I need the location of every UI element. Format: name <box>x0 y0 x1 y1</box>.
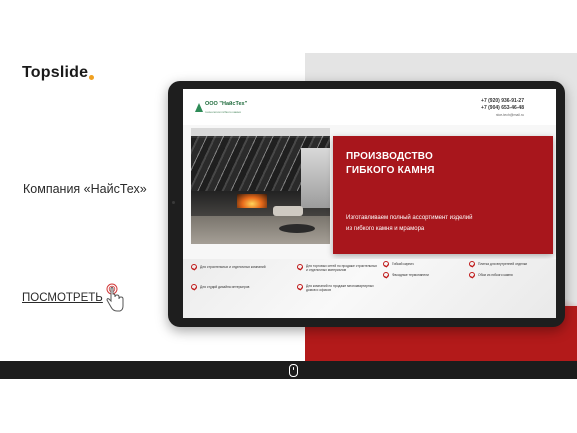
feature-item: Для компаний по продаже многоквартирных … <box>306 284 374 293</box>
checkmark-icon <box>469 272 475 278</box>
feature-item: Плитка для внутренней отделки <box>478 262 528 266</box>
company-name: Компания «НайсТех» <box>23 182 147 196</box>
checkmark-icon <box>191 264 197 270</box>
site-header: ООО "НайсТех" технологии гибкого камня +… <box>183 89 556 125</box>
hero-subtitle-line-2: из гибкого камня и мрамора <box>346 226 425 232</box>
features-section: Для строительных и отделочных компаний Д… <box>183 259 556 318</box>
hero-title-line-1: ПРОИЗВОДСТВО <box>346 151 433 162</box>
checkmark-icon <box>191 284 197 290</box>
site-logo-title: ООО "НайсТех" <box>205 101 248 107</box>
brand-logo-dot <box>89 75 94 80</box>
photo-sofa <box>273 206 303 216</box>
checkmark-icon <box>297 264 303 270</box>
site-phone-1: +7 (920) 936-91-27 <box>481 98 524 104</box>
mouse-scroll-wheel <box>292 367 294 370</box>
mouse-scroll-icon[interactable] <box>289 364 298 377</box>
brand-logo[interactable]: Topslide <box>22 64 88 82</box>
hero-subtitle-line-1: Изготавливаем полный ассортимент изделий <box>346 215 473 221</box>
site-logo-icon <box>195 103 203 112</box>
checkmark-icon <box>297 284 303 290</box>
feature-item: Для торговых сетей по продаже строительн… <box>306 264 378 273</box>
hero-title-line-2: ГИБКОГО КАМНЯ <box>346 165 435 176</box>
photo-fireplace <box>237 194 267 208</box>
feature-item: Фасадные термопанели <box>392 273 429 277</box>
checkmark-icon <box>383 272 389 278</box>
feature-item: Для студий дизайна интерьеров <box>200 285 250 289</box>
photo-table <box>279 224 315 233</box>
site-phone-2: +7 (904) 653-46-48 <box>481 105 524 111</box>
feature-item: Гибкий кирпич <box>392 262 414 266</box>
view-button[interactable]: ПОСМОТРЕТЬ <box>22 292 103 304</box>
checkmark-icon <box>469 261 475 267</box>
bottom-white-band <box>0 379 577 433</box>
photo-window <box>301 148 330 208</box>
website-preview[interactable]: ООО "НайсТех" технологии гибкого камня +… <box>183 89 556 318</box>
site-logo-subtitle: технологии гибкого камня <box>205 110 241 114</box>
hero-banner: ПРОИЗВОДСТВО ГИБКОГО КАМНЯ Изготавливаем… <box>333 136 553 254</box>
site-email: nice-tech@mail.ru <box>495 113 524 117</box>
hero-interior-photo <box>191 128 330 244</box>
tablet-camera <box>171 201 175 204</box>
hand-pointer-icon[interactable] <box>102 283 126 313</box>
checkmark-icon <box>383 261 389 267</box>
feature-item: Для строительных и отделочных компаний <box>200 265 266 269</box>
feature-item: Обои из гибкого камня <box>478 273 513 277</box>
top-band <box>0 0 577 53</box>
